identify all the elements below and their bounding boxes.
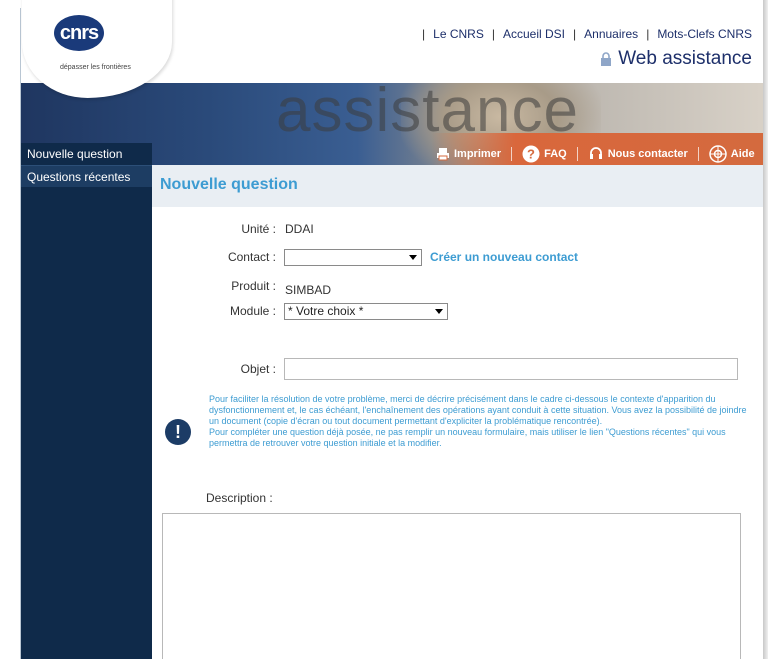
print-button[interactable]: Imprimer [436,147,501,161]
svg-text:?: ? [527,147,535,162]
help-label: Aide [730,148,755,160]
contact-button[interactable]: Nous contacter [588,146,688,162]
top-links: | Le CNRS | Accueil DSI | Annuaires | Mo… [422,27,752,41]
module-select[interactable]: * Votre choix * [284,303,448,320]
new-contact-link[interactable]: Créer un nouveau contact [430,250,578,264]
unite-label: Unité : [241,222,276,236]
link-mots-clefs[interactable]: Mots-Clefs CNRS [657,27,752,41]
faq-button[interactable]: ? FAQ [522,145,567,163]
unite-value: DDAI [285,222,314,236]
web-assistance-text: Web assistance [618,48,752,69]
sidebar-item-nouvelle-question[interactable]: Nouvelle question [21,143,152,165]
action-bar: Imprimer ? FAQ Nous contacter Aide [436,143,755,165]
separator [697,147,699,161]
objet-input[interactable] [284,358,738,380]
sidebar-item-questions-recentes[interactable]: Questions récentes [21,165,152,187]
objet-label: Objet : [240,362,276,376]
left-margin [0,0,22,659]
logo-text: cnrs [59,21,99,44]
separator [511,147,513,161]
printer-icon [437,148,449,161]
exclamation-icon: ! [165,419,191,445]
description-textarea[interactable] [162,513,741,659]
module-label: Module : [229,304,276,318]
sidebar: Nouvelle question Questions récentes [21,143,152,659]
lock-icon [601,52,612,66]
logo-tagline: dépasser les frontières [60,64,131,71]
contact-select[interactable] [284,249,422,266]
title-bar: Nouvelle question [152,165,768,207]
faq-label: FAQ [544,148,567,160]
separator [576,147,578,161]
contact-label: Nous contacter [607,148,688,160]
lifebuoy-icon [709,145,727,163]
page-title: Nouvelle question [160,176,298,193]
link-annuaires[interactable]: Annuaires [584,27,638,41]
right-shadow [763,0,768,659]
page: | Le CNRS | Accueil DSI | Annuaires | Mo… [0,0,768,659]
site-subtitle: Web assistance [600,48,752,70]
contact-label: Contact : [227,250,276,264]
chevron-down-icon [435,309,443,314]
produit-value: SIMBAD [285,283,332,297]
info-text: Pour faciliter la résolution de votre pr… [209,394,749,449]
link-accueil-dsi[interactable]: Accueil DSI [503,27,565,41]
description-label: Description : [206,491,273,505]
link-le-cnrs[interactable]: Le CNRS [433,27,484,41]
produit-label: Produit : [231,279,276,293]
help-button[interactable]: Aide [709,145,755,163]
chevron-down-icon [409,255,417,260]
info-paragraph-2: Pour compléter une question déjà posée, … [209,427,726,448]
headset-icon [589,147,602,159]
question-icon: ? [522,145,540,163]
print-label: Imprimer [454,148,502,160]
module-select-value: * Votre choix * [288,304,364,318]
cnrs-logo[interactable]: cnrs [54,15,104,51]
info-paragraph-1: Pour faciliter la résolution de votre pr… [209,394,747,426]
